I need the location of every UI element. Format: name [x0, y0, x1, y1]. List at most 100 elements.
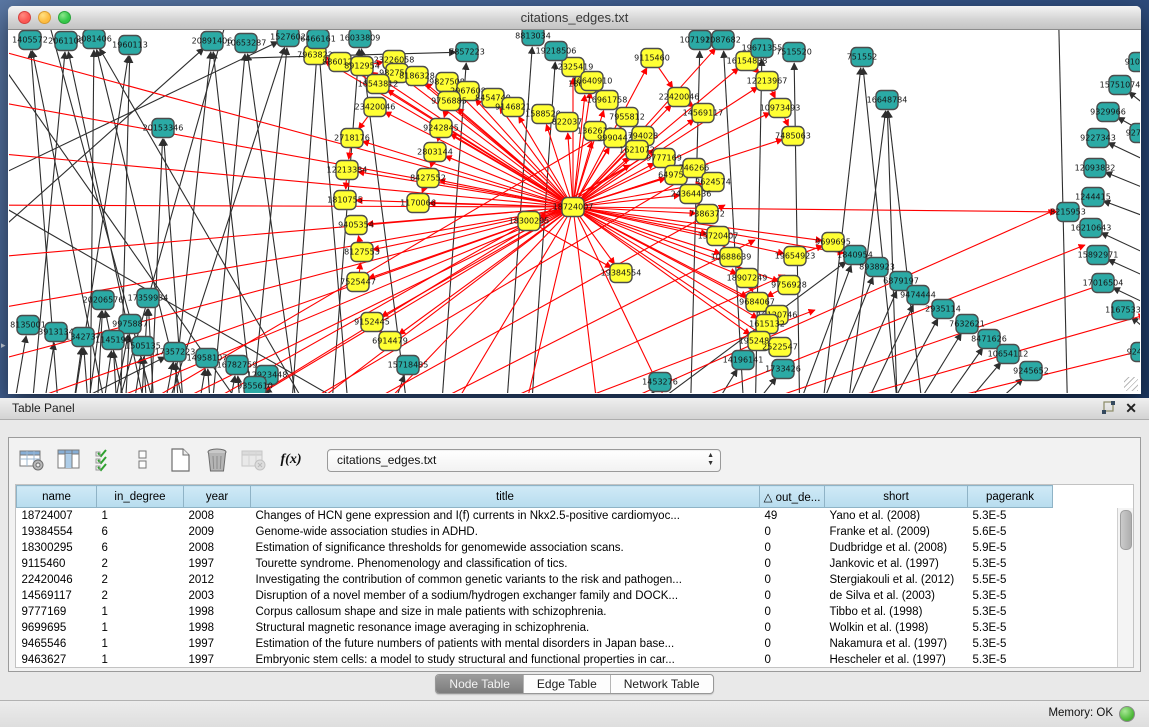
table-cell[interactable]: 2009 [184, 524, 251, 540]
create-new-column-button[interactable] [167, 447, 193, 473]
scrollbar-thumb[interactable] [1120, 510, 1132, 550]
table-vertical-scrollbar[interactable] [1117, 508, 1133, 667]
graph-node[interactable]: 16033809 [340, 30, 381, 48]
graph-node[interactable]: 17359934 [128, 289, 169, 308]
graph-node[interactable]: 14196141 [723, 351, 764, 370]
table-row[interactable]: 969969511998Structural magnetic resonanc… [17, 620, 1053, 636]
column-header-title[interactable]: title [251, 486, 760, 508]
table-row[interactable]: 2242004622012Investigating the contribut… [17, 572, 1053, 588]
column-header-out_de[interactable]: △ out_de... [760, 486, 825, 508]
table-cell[interactable]: 6 [97, 540, 184, 556]
column-header-in_degree[interactable]: in_degree [97, 486, 184, 508]
table-cell[interactable]: 5.9E-5 [968, 540, 1053, 556]
table-cell[interactable]: 5.3E-5 [968, 508, 1053, 525]
column-header-pagerank[interactable]: pagerank [968, 486, 1053, 508]
table-row[interactable]: 946362711997Embryonic stem cells: a mode… [17, 652, 1053, 668]
table-cell[interactable]: Structural magnetic resonance image aver… [251, 620, 760, 636]
table-cell[interactable]: 2 [97, 556, 184, 572]
table-cell[interactable]: Estimation of significance thresholds fo… [251, 540, 760, 556]
graph-node[interactable]: 15718485 [388, 356, 429, 375]
table-cell[interactable]: Wolkin et al. (1998) [825, 620, 968, 636]
graph-node[interactable]: 7525447 [340, 273, 376, 292]
table-cell[interactable]: Dudbridge et al. (2008) [825, 540, 968, 556]
table-cell[interactable]: 0 [760, 636, 825, 652]
table-cell[interactable]: 22420046 [17, 572, 97, 588]
graph-node[interactable]: 1960113 [112, 36, 148, 55]
table-cell[interactable]: 9777169 [17, 604, 97, 620]
graph-node[interactable]: 14569117 [683, 104, 724, 123]
table-row[interactable]: 911546021997Tourette syndrome. Phenomeno… [17, 556, 1053, 572]
table-cell[interactable]: 1 [97, 636, 184, 652]
close-window-button[interactable] [18, 11, 31, 24]
graph-node[interactable]: 15751074 [1100, 76, 1140, 95]
graph-node[interactable]: 8215953 [1050, 203, 1086, 222]
graph-node[interactable]: 9245652 [1013, 362, 1049, 381]
table-cell[interactable]: 5.3E-5 [968, 588, 1053, 604]
table-cell[interactable]: Disruption of a novel member of a sodium… [251, 588, 760, 604]
table-cell[interactable]: 1 [97, 604, 184, 620]
table-row[interactable]: 1872400712008Changes of HCN gene express… [17, 508, 1053, 525]
graph-node[interactable]: 1167533 [1105, 301, 1140, 320]
table-cell[interactable]: 1 [97, 620, 184, 636]
column-header-year[interactable]: year [184, 486, 251, 508]
graph-node[interactable]: 2935114 [925, 300, 961, 319]
float-panel-icon[interactable] [1101, 401, 1115, 415]
table-cell[interactable]: Estimation of the future numbers of pati… [251, 636, 760, 652]
table-cell[interactable]: 9699695 [17, 620, 97, 636]
column-header-short[interactable]: short [825, 486, 968, 508]
graph-node[interactable]: 9227343 [1080, 129, 1116, 148]
table-cell[interactable]: Corpus callosum shape and size in male p… [251, 604, 760, 620]
table-cell[interactable]: 9465546 [17, 636, 97, 652]
tab-node-table[interactable]: Node Table [436, 675, 523, 693]
table-cell[interactable]: 0 [760, 572, 825, 588]
table-cell[interactable]: 14569117 [17, 588, 97, 604]
graph-node[interactable]: 7955812 [609, 108, 645, 127]
table-cell[interactable]: 0 [760, 540, 825, 556]
table-cell[interactable]: 2008 [184, 540, 251, 556]
table-cell[interactable]: Stergiakouli et al. (2012) [825, 572, 968, 588]
delete-column-button[interactable] [204, 447, 230, 473]
graph-node[interactable]: 16648784 [867, 91, 908, 110]
network-window[interactable]: citations_edges.txt 18724007796382288601… [8, 6, 1141, 394]
table-cell[interactable]: 1997 [184, 636, 251, 652]
unselect-all-columns-button[interactable] [130, 447, 156, 473]
table-row[interactable]: 1938455462009Genome-wide association stu… [17, 524, 1053, 540]
table-cell[interactable]: Tibbo et al. (1998) [825, 604, 968, 620]
table-cell[interactable]: 9115460 [17, 556, 97, 572]
graph-node[interactable]: 1453276 [642, 373, 678, 392]
table-cell[interactable]: Tourette syndrome. Phenomenology and cla… [251, 556, 760, 572]
close-panel-icon[interactable]: ✕ [1125, 400, 1137, 416]
graph-node[interactable]: 12093832 [1075, 159, 1116, 178]
table-row[interactable]: 977716911998Corpus callosum shape and si… [17, 604, 1053, 620]
table-cell[interactable]: 0 [760, 604, 825, 620]
graph-node[interactable]: 1733426 [765, 360, 801, 379]
table-cell[interactable]: Yano et al. (2008) [825, 508, 968, 525]
resize-grip-icon[interactable] [1124, 377, 1138, 391]
graph-node[interactable]: 1170066 [400, 194, 436, 213]
table-cell[interactable]: Jankovic et al. (1997) [825, 556, 968, 572]
graph-node[interactable]: 19654923 [775, 247, 816, 266]
node-table[interactable]: namein_degreeyeartitle△ out_de...shortpa… [16, 485, 1053, 668]
table-cell[interactable]: 19384554 [17, 524, 97, 540]
table-cell[interactable]: 0 [760, 524, 825, 540]
function-builder-button[interactable]: f(x) [278, 447, 304, 473]
table-cell[interactable]: 6 [97, 524, 184, 540]
table-cell[interactable]: 2 [97, 588, 184, 604]
graph-node[interactable]: 19384554 [601, 264, 642, 283]
table-cell[interactable]: 18724007 [17, 508, 97, 525]
table-cell[interactable]: Hescheler et al. (1997) [825, 652, 968, 668]
table-cell[interactable]: 5.3E-5 [968, 652, 1053, 668]
select-all-columns-button[interactable] [93, 447, 119, 473]
table-cell[interactable]: 49 [760, 508, 825, 525]
show-columns-button[interactable] [56, 447, 82, 473]
table-settings-button[interactable] [19, 447, 45, 473]
tab-edge-table[interactable]: Edge Table [523, 675, 610, 693]
table-cell[interactable]: 9463627 [17, 652, 97, 668]
graph-node[interactable]: 2081406 [76, 30, 112, 49]
network-canvas[interactable]: 1872400779638228860128891295423226058982… [9, 30, 1140, 393]
table-row[interactable]: 1456911722003Disruption of a novel membe… [17, 588, 1053, 604]
graph-node[interactable]: 7386372 [689, 205, 725, 224]
graph-node[interactable]: 10688639 [711, 248, 752, 267]
graph-node[interactable]: 22420046 [659, 88, 700, 107]
table-row[interactable]: 1830029562008Estimation of significance … [17, 540, 1053, 556]
